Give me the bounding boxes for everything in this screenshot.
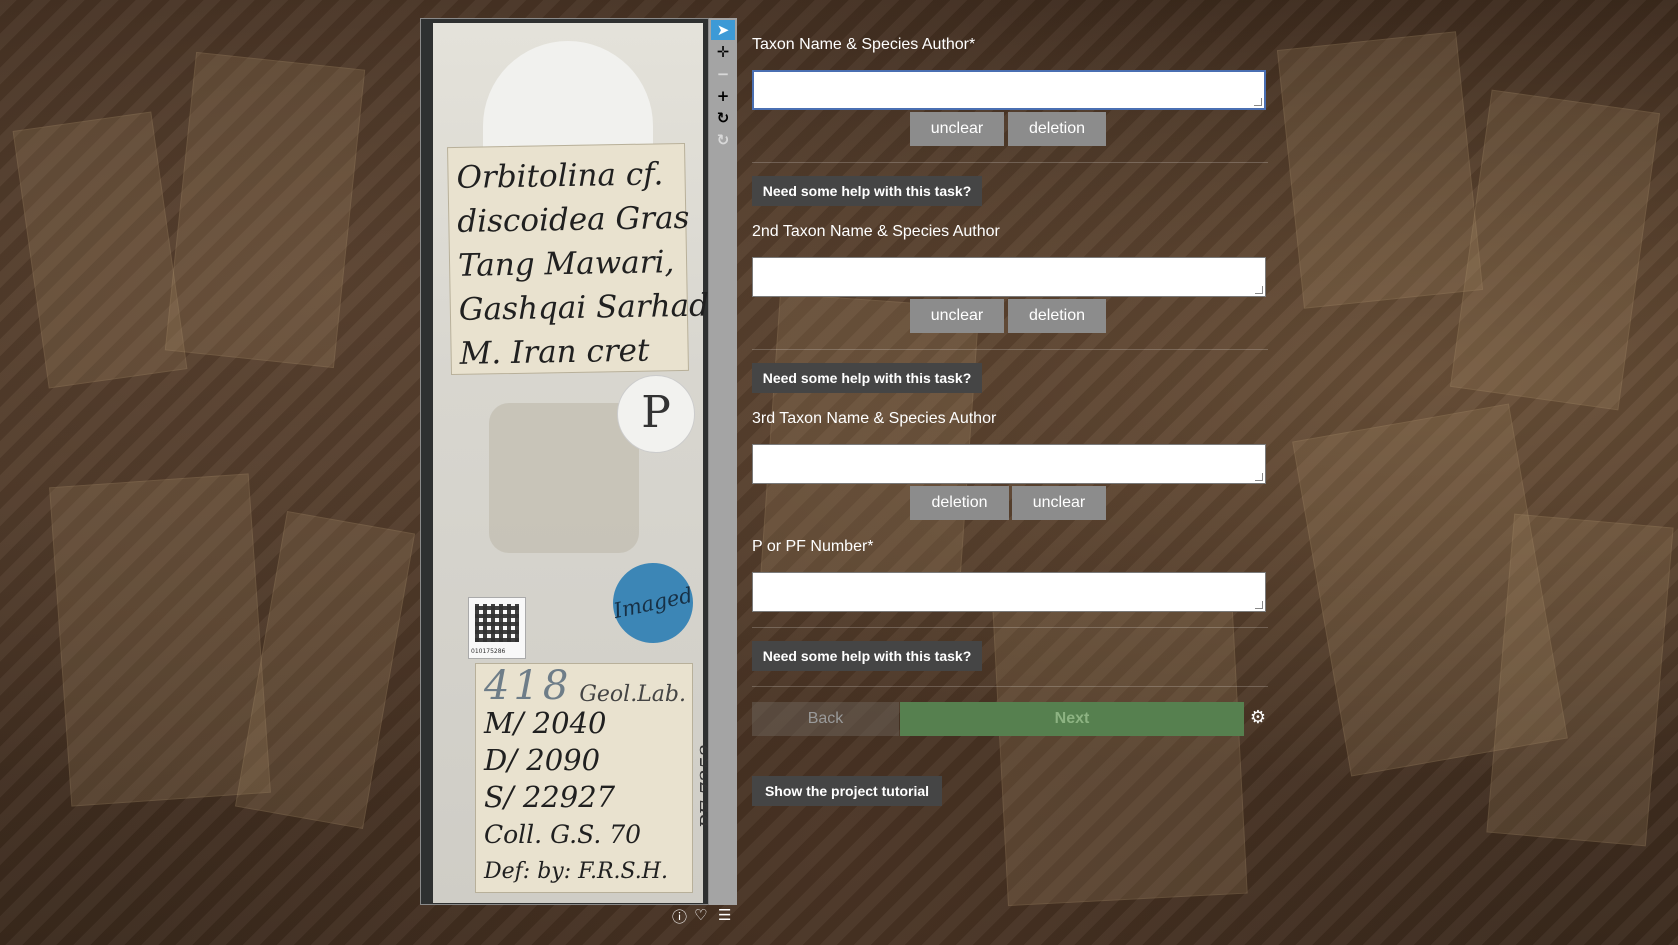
divider (752, 349, 1268, 350)
resize-grip-icon[interactable] (1255, 601, 1263, 609)
deletion-button[interactable]: deletion (910, 486, 1009, 520)
label-side-number: PF 7252 (696, 744, 709, 829)
pf-number-input[interactable] (752, 572, 1266, 612)
q4-label: P or PF Number* (752, 538, 874, 555)
taxon-name-3-input[interactable] (752, 444, 1266, 484)
divider (752, 686, 1268, 687)
viewer-toolbar: ➤ ✛ − + ↻ ↻ (709, 18, 737, 905)
zoom-out-icon[interactable]: − (711, 64, 735, 84)
resize-grip-icon[interactable] (1255, 286, 1263, 294)
heart-icon[interactable]: ♡ (694, 906, 707, 924)
taxon-name-2-input[interactable] (752, 257, 1266, 297)
specimen-label-top: Orbitolina cf. discoidea Gras Tang Mawar… (447, 142, 709, 376)
rotate-icon[interactable]: ↻ (711, 108, 735, 128)
divider (752, 627, 1268, 628)
q3-label: 3rd Taxon Name & Species Author (752, 410, 997, 427)
label-line: Tang Mawari, (457, 244, 675, 284)
label-line: Orbitolina cf. (456, 156, 664, 196)
specimen-label-bottom: 418 Geol.Lab. M/ 2040 D/ 2090 S/ 22927 C… (475, 663, 708, 893)
list-icon[interactable]: ☰ (718, 906, 731, 924)
subject-actions: ⓘ ♡ ☰ (672, 906, 738, 926)
label-line: discoidea Gras (457, 199, 690, 240)
next-button[interactable]: Next (900, 702, 1244, 736)
label-line: Def: by: F.R.S.H. (484, 859, 668, 884)
q1-label: Taxon Name & Species Author* (752, 36, 976, 53)
taxon-name-input[interactable] (752, 70, 1266, 110)
label-line: D/ 2090 (484, 743, 601, 777)
deletion-button[interactable]: deletion (1008, 112, 1106, 146)
unclear-button[interactable]: unclear (910, 299, 1004, 333)
help-button[interactable]: Need some help with this task? (752, 641, 982, 671)
label-line: Coll. G.S. 70 (484, 820, 642, 849)
subject-image-frame[interactable]: Orbitolina cf. discoidea Gras Tang Mawar… (420, 18, 709, 905)
circle-sticker-p: P (617, 375, 695, 453)
deletion-button[interactable]: deletion (1008, 299, 1106, 333)
resize-grip-icon[interactable] (1254, 98, 1262, 106)
specimen-slide-image: Orbitolina cf. discoidea Gras Tang Mawar… (433, 23, 709, 903)
reset-icon[interactable]: ↻ (711, 130, 735, 150)
label-line: M. Iran cret (459, 332, 650, 372)
barcode-label: 010175286 (468, 597, 526, 659)
label-lab: Geol.Lab. (579, 682, 686, 707)
subject-viewer[interactable]: Orbitolina cf. discoidea Gras Tang Mawar… (420, 18, 737, 926)
divider (752, 162, 1268, 163)
zoom-in-icon[interactable]: + (711, 86, 735, 106)
gear-icon[interactable]: ⚙ (1248, 708, 1268, 728)
imaged-stamp: Imaged (605, 555, 701, 651)
barcode-number: 010175286 (471, 648, 506, 655)
label-line: S/ 22927 (484, 780, 616, 814)
move-icon[interactable]: ✛ (711, 42, 735, 62)
task-panel: Taxon Name & Species Author* unclear del… (752, 0, 1268, 945)
unclear-button[interactable]: unclear (910, 112, 1004, 146)
info-icon[interactable]: ⓘ (672, 906, 687, 927)
specimen-mount (489, 403, 639, 553)
pointer-icon[interactable]: ➤ (711, 20, 735, 40)
resize-grip-icon[interactable] (1255, 473, 1263, 481)
label-line: Gashqai Sarhad, (458, 287, 709, 328)
qr-code-icon (475, 604, 519, 642)
help-button[interactable]: Need some help with this task? (752, 176, 982, 206)
tutorial-button[interactable]: Show the project tutorial (752, 776, 942, 806)
unclear-button[interactable]: unclear (1012, 486, 1106, 520)
q2-label: 2nd Taxon Name & Species Author (752, 223, 1000, 240)
help-button[interactable]: Need some help with this task? (752, 363, 982, 393)
back-button[interactable]: Back (752, 702, 899, 736)
